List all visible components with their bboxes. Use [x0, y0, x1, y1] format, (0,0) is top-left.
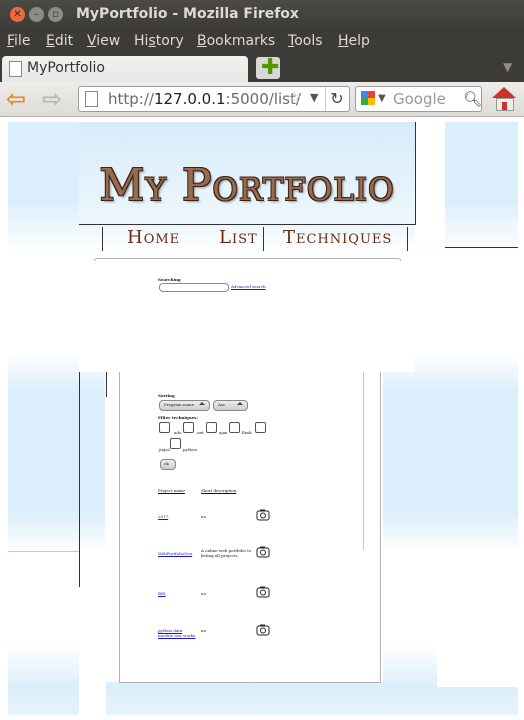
page-margin: [415, 122, 445, 247]
tab-myportfolio[interactable]: MyPortfolio: [2, 56, 248, 82]
site-logo: My Portfolio: [99, 160, 395, 211]
magnifier-icon[interactable]: 🔍︎: [463, 90, 482, 108]
divider: [106, 372, 107, 397]
project-thumbnail-icon[interactable]: [256, 509, 270, 521]
menu-history[interactable]: History: [134, 33, 184, 49]
technique-checkbox-ado[interactable]: [159, 422, 170, 433]
nav-home-link[interactable]: Home: [127, 227, 180, 248]
project-search-input[interactable]: [159, 283, 229, 292]
page-margin: [437, 645, 518, 687]
bookmark-star-icon[interactable]: ☆: [287, 88, 302, 108]
sort-order-select[interactable]: Asc: [213, 400, 248, 411]
menu-bar: File Edit View History Bookmarks Tools H…: [0, 30, 524, 54]
menu-help[interactable]: Help: [338, 33, 370, 49]
project-link[interactable]: WebPortfolioGen: [158, 551, 192, 556]
project-link[interactable]: BRI: [158, 591, 166, 596]
filter-submit-button[interactable]: ok: [160, 459, 176, 470]
menu-file[interactable]: File: [7, 33, 30, 49]
url-text[interactable]: http://127.0.0.1:5000/list/: [108, 90, 301, 108]
search-input[interactable]: Google: [393, 90, 446, 108]
page-column: [79, 587, 106, 652]
technique-checkbox-python[interactable]: [170, 438, 181, 449]
project-thumbnail-icon[interactable]: [256, 546, 270, 558]
menu-bookmarks[interactable]: Bookmarks: [197, 33, 275, 49]
forward-arrow-icon[interactable]: ⇨: [42, 86, 62, 112]
menu-view[interactable]: View: [87, 33, 120, 49]
site-header: My Portfolio: [79, 122, 416, 225]
google-icon[interactable]: [361, 91, 375, 105]
reload-icon[interactable]: ↻: [325, 87, 348, 111]
project-description: no: [201, 628, 206, 633]
technique-label: flask: [242, 430, 252, 435]
sort-field-select[interactable]: Program name: [159, 400, 210, 411]
filter-label: Filter techniques:: [158, 415, 198, 420]
menu-tools[interactable]: Tools: [288, 33, 323, 49]
nav-divider: [263, 227, 264, 251]
project-thumbnail-icon[interactable]: [256, 624, 270, 636]
menu-edit[interactable]: Edit: [46, 33, 73, 49]
sorting-label: Sorting: [158, 393, 175, 398]
search-engine-dropdown[interactable]: ▼: [378, 93, 386, 104]
back-arrow-icon[interactable]: ⇦: [6, 86, 26, 112]
technique-checkbox-net[interactable]: [183, 422, 194, 433]
searching-label: Searching: [158, 277, 181, 282]
technique-label: ajax: [219, 430, 228, 435]
technique-checkbox-ajax[interactable]: [206, 422, 217, 433]
divider: [8, 551, 79, 552]
minimize-window-button[interactable]: –: [29, 7, 44, 22]
divider: [363, 372, 364, 550]
project-link[interactable]: python data module test works: [158, 628, 198, 638]
technique-checkbox-flask[interactable]: [229, 422, 240, 433]
page-margin: [79, 647, 106, 717]
list-all-tabs-button[interactable]: ▼: [503, 60, 512, 74]
tab-strip: MyPortfolio ✚ ▼: [0, 54, 524, 82]
url-history-dropdown[interactable]: ▼: [310, 91, 318, 104]
page-viewport: My Portfolio Home List Techniques Search…: [2, 117, 522, 717]
page-margin: [2, 117, 8, 717]
url-bar[interactable]: http://127.0.0.1:5000/list/ ☆ ▼ ↻: [78, 86, 350, 112]
content-frame-top: [94, 258, 401, 261]
nav-divider: [407, 227, 408, 251]
technique-label: jinja2: [159, 447, 171, 452]
divider: [445, 247, 518, 248]
maximize-window-button[interactable]: ▫: [48, 7, 63, 22]
navigation-toolbar: ⇦ ⇨ http://127.0.0.1:5000/list/ ☆ ▼ ↻ ▼ …: [0, 82, 524, 117]
project-thumbnail-icon[interactable]: [256, 586, 270, 598]
technique-label: .net: [196, 430, 204, 435]
search-bar[interactable]: ▼ Google 🔍︎: [355, 86, 482, 112]
nav-list-link[interactable]: List: [219, 227, 258, 248]
project-description: no: [201, 514, 206, 519]
home-icon[interactable]: [492, 87, 516, 111]
technique-label: python: [183, 447, 197, 452]
window-titlebar: ✕ – ▫ MyPortfolio - Mozilla Firefox: [0, 0, 524, 30]
tab-label: MyPortfolio: [27, 60, 105, 76]
close-window-button[interactable]: ✕: [10, 7, 25, 22]
advanced-search-link[interactable]: Advanced search: [231, 284, 266, 289]
technique-label: ado: [174, 430, 182, 435]
divider: [79, 372, 80, 587]
page-icon: [9, 61, 22, 77]
window-title: MyPortfolio - Mozilla Firefox: [76, 6, 299, 22]
page-column: [79, 252, 415, 372]
nav-techniques-link[interactable]: Techniques: [283, 227, 392, 248]
column-header-name[interactable]: Project name: [158, 488, 185, 493]
project-link[interactable]: 2017: [158, 514, 168, 519]
plus-icon: ✚: [261, 55, 280, 80]
technique-checkbox-jinja2[interactable]: [255, 422, 266, 433]
page-icon: [85, 91, 98, 107]
project-description: A online web portfolio to listing all pr…: [201, 548, 252, 558]
new-tab-button[interactable]: ✚: [256, 57, 280, 79]
project-description: no: [201, 591, 206, 596]
site-nav: Home List Techniques: [102, 227, 411, 251]
column-header-description[interactable]: Short description: [201, 488, 236, 493]
